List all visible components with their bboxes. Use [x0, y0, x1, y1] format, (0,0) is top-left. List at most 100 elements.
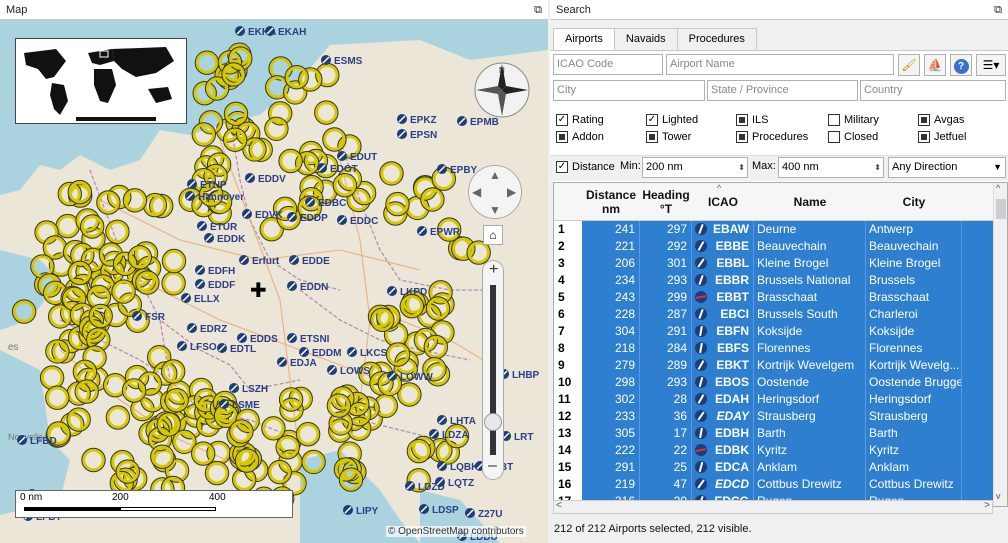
airport-label[interactable]: EDDK	[204, 233, 246, 245]
airport-label[interactable]: LHBP	[499, 369, 540, 381]
home-button[interactable]: ⌂	[483, 225, 503, 245]
table-row[interactable]: 12 233 36 EDAY Strausberg Strausberg	[554, 408, 994, 425]
horizontal-scrollbar[interactable]: < >	[553, 500, 993, 514]
airport-label[interactable]: ETNP	[187, 179, 227, 191]
table-row[interactable]: 2 221 292 EBBE Beauvechain Beauvechain	[554, 238, 994, 255]
lighted-checkbox[interactable]: ✓ Lighted	[646, 113, 698, 127]
airport-label[interactable]: EDDN	[287, 281, 328, 293]
icao-input[interactable]: ICAO Code	[553, 54, 663, 75]
addon-checkbox[interactable]: Addon	[556, 130, 604, 144]
scroll-down-icon[interactable]: v	[996, 491, 1001, 501]
airport-label[interactable]: EDVK	[242, 209, 284, 221]
airport-label[interactable]: EDDC	[337, 215, 378, 227]
pan-up-icon[interactable]: ▲	[489, 168, 501, 182]
zoom-handle[interactable]	[484, 413, 502, 431]
compass-rose[interactable]: N	[472, 60, 532, 120]
tab-airports[interactable]: Airports	[553, 28, 615, 51]
airport-label[interactable]: EPSN	[397, 129, 437, 141]
overview-map[interactable]	[15, 38, 187, 124]
airport-label[interactable]: EDJA	[277, 357, 317, 369]
pan-left-icon[interactable]: ◀	[472, 185, 481, 199]
airport-label[interactable]: LKCS	[347, 347, 388, 359]
table-row[interactable]: 14 222 22 EDBK Kyritz Kyritz	[554, 442, 994, 459]
menu-button[interactable]: ☰▾	[976, 54, 1006, 76]
distance-checkbox[interactable]: ✓ Distance	[556, 160, 615, 174]
table-row[interactable]: 7 304 291 EBFN Koksijde Koksijde	[554, 323, 994, 340]
tab-procedures[interactable]: Procedures	[676, 28, 757, 50]
pan-right-icon[interactable]: ▶	[507, 185, 516, 199]
airport-label[interactable]: LDSP	[419, 504, 459, 516]
airport-name-input[interactable]: Airport Name	[666, 54, 894, 75]
country-input[interactable]: Country	[860, 80, 1006, 101]
airport-label[interactable]: EDDE	[289, 255, 330, 267]
vertical-scrollbar[interactable]: ^ v	[993, 183, 1007, 506]
zoom-in-button[interactable]: +	[489, 261, 498, 279]
jetfuel-checkbox[interactable]: Jetfuel	[918, 130, 966, 144]
airport-label[interactable]: LSME	[219, 399, 260, 411]
results-table[interactable]: Distance nm Heading °T ICAO ^ Name City …	[553, 182, 1008, 507]
airport-label[interactable]: Z27U	[465, 508, 502, 520]
direction-select[interactable]: Any Direction ▼	[888, 157, 1006, 178]
col-header-dist[interactable]: Distance nm	[582, 183, 640, 221]
scroll-left-icon[interactable]: <	[556, 500, 562, 511]
airport-label[interactable]: LKPD	[387, 286, 427, 298]
airport-label[interactable]: LOWW	[387, 371, 433, 383]
scroll-up-icon[interactable]: ^	[996, 183, 1000, 193]
table-row[interactable]: 9 279 289 EBKT Kortrijk Wevelgem Kortrijk Wev…	[554, 357, 994, 374]
scroll-right-icon[interactable]: >	[984, 500, 990, 511]
airport-label[interactable]: LFBD	[17, 435, 57, 447]
airport-label[interactable]: EDTL	[217, 343, 256, 355]
ils-checkbox[interactable]: ILS	[736, 113, 769, 127]
airport-label[interactable]: EDFH	[195, 265, 235, 277]
pan-control[interactable]: ▲ ▼ ◀ ▶	[468, 165, 522, 219]
airport-label[interactable]: LIPY	[343, 505, 379, 517]
scroll-thumb[interactable]	[996, 199, 1006, 219]
float-panel-icon[interactable]: ⧉	[994, 0, 1002, 20]
airport-label[interactable]: ETUR	[197, 221, 238, 233]
table-row[interactable]: 3 206 301 EBBL Kleine Brogel Kleine Brogel	[554, 255, 994, 272]
airport-label[interactable]: EDBC	[305, 197, 346, 209]
table-row[interactable]: 10 298 293 EBOS Oostende Oostende Brugge	[554, 374, 994, 391]
airport-label[interactable]: EDDF	[195, 279, 235, 291]
col-header-icao[interactable]: ICAO	[692, 183, 754, 221]
map-canvas[interactable]: es Nouvelle- EKKA EKAH ESMS EPKZ EPMB EPSN EDU…	[0, 20, 548, 543]
min-distance-spinbox[interactable]: 200 nm ⬍	[642, 157, 748, 178]
airport-label[interactable]: EPWR	[417, 226, 461, 238]
airport-label[interactable]: ESMS	[321, 55, 363, 67]
pan-down-icon[interactable]: ▼	[489, 203, 501, 217]
airport-label[interactable]: Erfurt	[239, 255, 280, 267]
airport-label[interactable]: EDOT	[317, 163, 358, 175]
table-row[interactable]: 13 305 17 EDBH Barth Barth	[554, 425, 994, 442]
airport-label[interactable]: EPBY	[437, 164, 478, 176]
col-header-heading[interactable]: Heading °T	[640, 183, 692, 221]
table-row[interactable]: 4 234 293 EBBR Brussels National Brussels	[554, 272, 994, 289]
col-header-name[interactable]: Name	[754, 183, 866, 221]
col-header-city[interactable]: City	[866, 183, 962, 221]
airport-label[interactable]: Hannover	[185, 191, 244, 203]
table-row[interactable]: 16 219 47 EDCD Cottbus Drewitz Cottbus Drewit…	[554, 476, 994, 493]
avgas-checkbox[interactable]: Avgas	[918, 113, 964, 127]
table-row[interactable]: 5 243 299 EBBT Brasschaat Brasschaat	[554, 289, 994, 306]
state-input[interactable]: State / Province	[707, 80, 858, 101]
float-panel-icon[interactable]: ⧉	[534, 0, 542, 20]
save-search-button[interactable]: ⛵	[924, 54, 946, 76]
airport-label[interactable]: ETSNI	[287, 333, 330, 345]
zoom-out-button[interactable]: –	[488, 457, 497, 475]
tower-checkbox[interactable]: Tower	[646, 130, 691, 144]
airport-label[interactable]: EPKZ	[397, 114, 437, 126]
airport-label[interactable]: ELLX	[181, 293, 220, 305]
table-row[interactable]: 15 291 25 EDCA Anklam Anklam	[554, 459, 994, 476]
airport-label[interactable]: FSR	[132, 311, 166, 323]
table-row[interactable]: 8 218 284 EBFS Florennes Florennes	[554, 340, 994, 357]
airport-label[interactable]: EDDV	[245, 173, 286, 185]
city-input[interactable]: City	[553, 80, 705, 101]
max-distance-spinbox[interactable]: 400 nm ⬍	[778, 157, 884, 178]
airport-label[interactable]: LHTA	[437, 415, 476, 427]
airport-label[interactable]: EDUT	[337, 151, 377, 163]
table-row[interactable]: 11 302 28 EDAH Heringsdorf Heringsdorf	[554, 391, 994, 408]
spin-arrows-icon[interactable]: ⬍	[738, 158, 745, 177]
table-row[interactable]: 1 241 297 EBAW Deurne Antwerp	[554, 221, 994, 238]
airport-label[interactable]: LOWS	[327, 365, 370, 377]
airport-label[interactable]: EDDP	[287, 212, 328, 224]
airport-label[interactable]: LQBK	[437, 461, 479, 473]
